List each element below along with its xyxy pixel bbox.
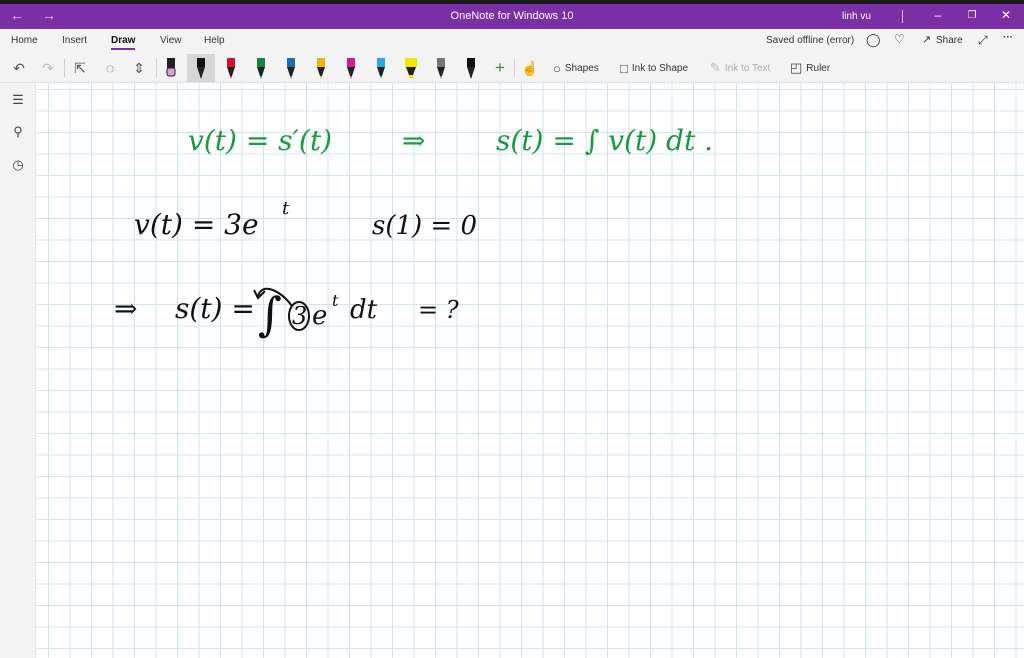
- pen-swatch-9-highlighter[interactable]: [404, 56, 418, 80]
- pen-swatch-6[interactable]: [314, 56, 328, 80]
- expand-icon[interactable]: ⤢: [978, 33, 988, 48]
- search-icon[interactable]: ⚲: [8, 122, 28, 142]
- pen-swatch-11[interactable]: [464, 56, 478, 80]
- restore-icon[interactable]: ❐: [962, 10, 982, 21]
- title-separator: [902, 10, 903, 23]
- user-name[interactable]: linh vu: [842, 11, 871, 22]
- pen-swatch-4[interactable]: [254, 56, 268, 80]
- toolbar-divider: [64, 59, 65, 77]
- ink-to-text-icon: ✎: [710, 60, 721, 75]
- ink-to-shape-label: Ink to Shape: [631, 62, 689, 74]
- ruler-button[interactable]: ◰ Ruler: [790, 58, 830, 78]
- pen-swatch-2[interactable]: [194, 56, 208, 80]
- title-bar: ← → OneNote for Windows 10 linh vu – ❐ ✕: [0, 4, 1024, 29]
- shapes-icon: ○: [553, 60, 561, 76]
- ruler-icon: ◰: [790, 60, 803, 75]
- ink-to-text-button[interactable]: ✎ Ink to Text: [710, 58, 770, 78]
- ribbon-tabs: Home Insert Draw View Help Saved offline…: [0, 29, 1024, 53]
- note-canvas[interactable]: [36, 83, 1024, 658]
- lasso-select-icon[interactable]: ◌: [100, 58, 120, 78]
- pen-swatch-7[interactable]: [344, 56, 358, 80]
- ink-to-shape-button[interactable]: □ Ink to Shape: [620, 58, 688, 78]
- redo-icon[interactable]: ↷: [38, 58, 58, 78]
- minimize-icon[interactable]: –: [928, 8, 948, 22]
- type-select-icon[interactable]: ⇱: [70, 58, 90, 78]
- undo-icon[interactable]: ↶: [9, 58, 29, 78]
- shapes-button[interactable]: ○ Shapes: [553, 58, 599, 78]
- tab-draw[interactable]: Draw: [111, 35, 136, 50]
- tab-help[interactable]: Help: [204, 35, 225, 46]
- ink-to-shape-icon: □: [620, 60, 628, 76]
- draw-toolbar: ↶ ↷ ⇱ ◌ ⇕ + ☝ ○ Shapes □ Ink to Shape ✎ …: [0, 53, 1024, 83]
- tab-insert[interactable]: Insert: [62, 35, 87, 46]
- add-space-icon[interactable]: ⇕: [129, 58, 149, 78]
- sync-status[interactable]: Saved offline (error): [766, 35, 854, 46]
- pen-swatch-1[interactable]: [164, 56, 178, 80]
- pen-swatch-8[interactable]: [374, 56, 388, 80]
- pen-swatch-5[interactable]: [284, 56, 298, 80]
- pen-swatch-10[interactable]: [434, 56, 448, 80]
- tab-view[interactable]: View: [160, 35, 182, 46]
- left-sidebar: ☰ ⚲ ◷: [0, 83, 36, 658]
- close-icon[interactable]: ✕: [996, 8, 1016, 22]
- ink-to-text-label: Ink to Text: [724, 62, 771, 74]
- ruler-label: Ruler: [806, 62, 831, 74]
- recent-notes-icon[interactable]: ◷: [8, 155, 28, 175]
- lightbulb-icon[interactable]: ◯: [866, 32, 881, 48]
- touch-draw-icon[interactable]: ☝: [520, 58, 540, 78]
- shapes-label: Shapes: [564, 62, 599, 74]
- pen-swatch-3[interactable]: [224, 56, 238, 80]
- toolbar-divider: [514, 59, 515, 77]
- add-pen-icon[interactable]: +: [490, 58, 510, 78]
- notebooks-icon[interactable]: ☰: [8, 90, 28, 110]
- share-icon[interactable]: ↗: [922, 33, 931, 46]
- more-options-icon[interactable]: ···: [1003, 32, 1013, 43]
- tab-home[interactable]: Home: [11, 35, 38, 46]
- toolbar-divider: [156, 59, 157, 77]
- onenote-window: ← → OneNote for Windows 10 linh vu – ❐ ✕…: [0, 0, 1024, 658]
- share-button[interactable]: Share: [936, 35, 963, 46]
- bell-icon[interactable]: ♡: [894, 32, 905, 46]
